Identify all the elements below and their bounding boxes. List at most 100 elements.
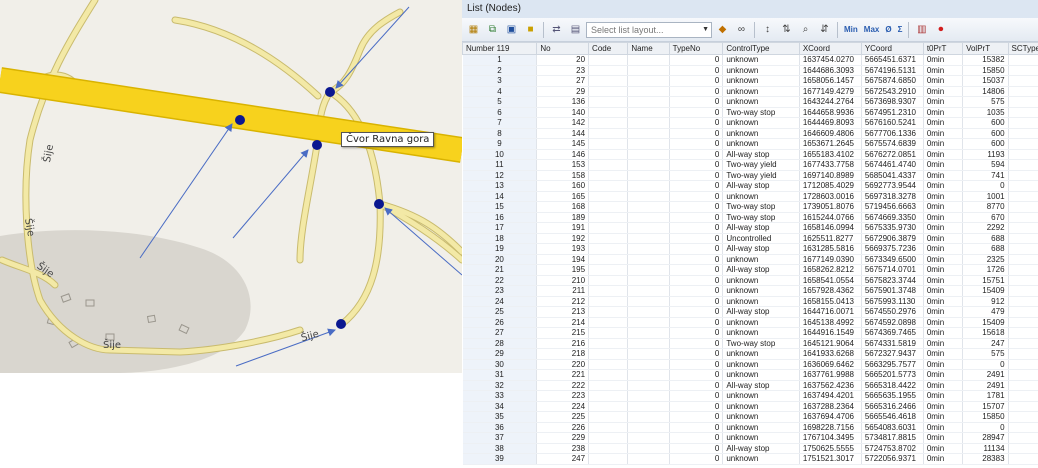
sum-button[interactable]: Σ: [896, 25, 905, 34]
table-cell: unknown: [722, 54, 800, 66]
column-header[interactable]: TypeNo: [668, 42, 724, 55]
sort-icon[interactable]: ⇵: [816, 21, 833, 38]
table-row[interactable]: 26 214 0 unknown 1645138.4992 5674592.0898 0mi…: [462, 317, 1038, 328]
table-cell: 600: [962, 128, 1009, 139]
table-row[interactable]: 21 195 0 All-way stop 1658262.8212 5675714.07…: [462, 264, 1038, 276]
table-row[interactable]: 18 192 0 Uncontrolled 1625511.8277 5672906.38…: [462, 233, 1038, 244]
column-header[interactable]: VolPrT: [962, 42, 1009, 55]
node-marker[interactable]: [325, 87, 335, 97]
column-header[interactable]: Name: [627, 42, 670, 55]
table-row[interactable]: 20 194 0 unknown 1677149.0390 5673349.6500 0mi…: [462, 254, 1038, 265]
table-cell: 0: [962, 422, 1009, 433]
table-row[interactable]: 13 160 0 All-way stop 1712085.4029 5692773.95…: [462, 180, 1038, 192]
table-row[interactable]: 34 224 0 unknown 1637288.2364 5665316.2466 0mi…: [462, 401, 1038, 412]
table-cell: [627, 222, 670, 234]
max-button[interactable]: Max: [862, 25, 882, 34]
table-row[interactable]: 9 145 0 unknown 1653671.2645 5675574.6839 0min…: [462, 138, 1038, 150]
table-cell: 160: [536, 180, 590, 192]
table-row[interactable]: 2 23 0 unknown 1644686.3093 5674196.5131 0min 1…: [462, 65, 1038, 76]
table-cell: [588, 128, 629, 139]
table-row[interactable]: 7 142 0 unknown 1644469.8093 5676160.5241 0min…: [462, 117, 1038, 129]
table-row[interactable]: 1 20 0 unknown 1637454.0270 5665451.6371 0min 1…: [462, 54, 1038, 66]
table-cell: 27: [462, 327, 538, 339]
table-row[interactable]: 31 221 0 unknown 1637761.9988 5665201.5773 0mi…: [462, 369, 1038, 381]
nodes-table[interactable]: Number 119 No Code Name TypeNo ControlType XCo…: [462, 42, 1038, 465]
table-row[interactable]: 19 193 0 All-way stop 1631285.5816 5669375.72…: [462, 243, 1038, 255]
table-row[interactable]: 12 158 0 Two-way yield 1697140.8989 5685041.4…: [462, 170, 1038, 181]
table-cell: 0: [669, 159, 724, 171]
table-cell: 688: [962, 243, 1009, 255]
table-row[interactable]: 27 215 0 unknown 1644916.1549 5674369.7465 0mi…: [462, 327, 1038, 339]
table-cell: 5675993.1130: [861, 296, 924, 307]
record-icon[interactable]: ⏺: [932, 21, 949, 38]
table-cell: 0min: [923, 159, 964, 171]
table-row[interactable]: 15 168 0 Two-way stop 1739051.8076 5719456.66…: [462, 201, 1038, 213]
table-row[interactable]: 10 146 0 All-way stop 1655183.4102 5676272.08…: [462, 149, 1038, 160]
column-header[interactable]: XCoord: [798, 42, 862, 55]
column-header[interactable]: t0PrT: [922, 42, 964, 55]
table-row[interactable]: 17 191 0 All-way stop 1658146.0994 5675335.97…: [462, 222, 1038, 234]
table-row[interactable]: 28 216 0 Two-way stop 1645121.9064 5674331.58…: [462, 338, 1038, 349]
table-row[interactable]: 16 189 0 Two-way stop 1615244.0766 5674669.33…: [462, 212, 1038, 223]
zoom-icon[interactable]: ⌕: [797, 21, 814, 38]
table-row[interactable]: 22 210 0 unknown 1658541.0554 5675823.3744 0mi…: [462, 275, 1038, 286]
column-header[interactable]: ControlType: [722, 42, 800, 55]
marker-icon[interactable]: ◆: [714, 21, 731, 38]
table-row[interactable]: 33 223 0 unknown 1637494.4201 5665635.1955 0mi…: [462, 390, 1038, 402]
table-row[interactable]: 39 247 0 unknown 1751521.3017 5722056.9371 0mi…: [462, 453, 1038, 465]
table-cell: 189: [536, 212, 590, 223]
table-row[interactable]: 14 165 0 unknown 1728603.0016 5697318.3278 0mi…: [462, 191, 1038, 202]
table-row[interactable]: 25 213 0 All-way stop 1644716.0071 5674550.29…: [462, 306, 1038, 318]
table-cell: [627, 264, 670, 276]
column-header[interactable]: YCoord: [860, 42, 924, 55]
column-header[interactable]: No: [536, 42, 590, 55]
table-row[interactable]: 5 136 0 unknown 1643244.2764 5673698.9307 0min…: [462, 96, 1038, 108]
table-row[interactable]: 23 211 0 unknown 1657928.4362 5675901.3748 0mi…: [462, 285, 1038, 297]
sort-asc-icon[interactable]: ↕: [759, 21, 776, 38]
node-marker[interactable]: [374, 199, 384, 209]
table-cell: [627, 453, 670, 465]
table-cell: 20: [536, 54, 590, 66]
binoculars-icon[interactable]: ∞: [733, 21, 750, 38]
table-row[interactable]: 29 218 0 unknown 1641933.6268 5672327.9437 0mi…: [462, 348, 1038, 360]
map-canvas[interactable]: [0, 0, 462, 373]
table-cell: unknown: [722, 191, 800, 202]
node-marker[interactable]: [336, 319, 346, 329]
column-header[interactable]: Number 119: [462, 42, 538, 55]
chart-icon[interactable]: ▤: [567, 21, 584, 38]
sort-desc-icon[interactable]: ⇅: [778, 21, 795, 38]
node-marker[interactable]: [235, 115, 245, 125]
sync-icon[interactable]: ⇄: [548, 21, 565, 38]
table-cell: 23: [462, 285, 538, 297]
table-cell: [588, 201, 629, 213]
layout-select[interactable]: Select list layout... ▼: [586, 21, 712, 38]
graph-icon[interactable]: ▥: [913, 21, 930, 38]
save-icon[interactable]: ▣: [503, 21, 520, 38]
table-row[interactable]: 3 27 0 unknown 1658056.1457 5675874.6850 0min 1…: [462, 75, 1038, 87]
node-marker[interactable]: [312, 140, 322, 150]
table-row[interactable]: 11 153 0 Two-way yield 1677433.7758 5674461.4…: [462, 159, 1038, 171]
min-button[interactable]: Min: [842, 25, 860, 34]
filter-icon[interactable]: ■: [522, 21, 539, 38]
average-button[interactable]: Ø: [883, 25, 893, 34]
table-icon[interactable]: ▦: [465, 21, 482, 38]
column-header[interactable]: SCType: [1007, 42, 1038, 55]
table-row[interactable]: 35 225 0 unknown 1637694.4706 5665546.4618 0mi…: [462, 411, 1038, 423]
table-row[interactable]: 30 220 0 unknown 1636069.6462 5663295.7577 0mi…: [462, 359, 1038, 370]
table-cell: [588, 411, 629, 423]
table-row[interactable]: 8 144 0 unknown 1646609.4806 5677706.1336 0min…: [462, 128, 1038, 139]
map-view[interactable]: Šije Šije Šije Šije Šije Čvor Ravna gora: [0, 0, 462, 373]
table-row[interactable]: 38 238 0 All-way stop 1750625.5555 5724753.87…: [462, 443, 1038, 454]
table-row[interactable]: 24 212 0 unknown 1658155.0413 5675993.1130 0mi…: [462, 296, 1038, 307]
table-row[interactable]: 36 226 0 unknown 1698228.7156 5654083.6031 0mi…: [462, 422, 1038, 433]
table-cell: 0: [669, 317, 724, 328]
table-row[interactable]: 37 229 0 unknown 1767104.3495 5734817.8815 0mi…: [462, 432, 1038, 444]
table-cell: 1035: [962, 107, 1009, 118]
table-row[interactable]: 32 222 0 All-way stop 1637562.4236 5665318.44…: [462, 380, 1038, 391]
table-cell: [588, 369, 629, 381]
table-row[interactable]: 6 140 0 Two-way stop 1644658.9936 5674951.231…: [462, 107, 1038, 118]
column-header[interactable]: Code: [588, 42, 629, 55]
table-cell: [627, 149, 670, 160]
copy-icon[interactable]: ⧉: [484, 21, 501, 38]
table-row[interactable]: 4 29 0 unknown 1677149.4279 5672543.2910 0min 1…: [462, 86, 1038, 97]
